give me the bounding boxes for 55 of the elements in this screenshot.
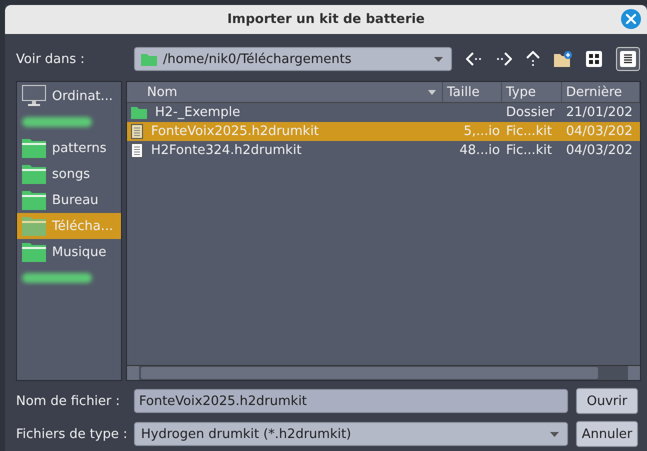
folder-icon (22, 138, 46, 158)
sort-caret-icon (428, 90, 436, 94)
file-date: 04/03/202 (566, 143, 633, 158)
file-name: H2Fonte324.h2drumkit (151, 143, 302, 158)
close-icon (625, 13, 637, 25)
blurred-label (22, 117, 92, 127)
look-in-label: Voir dans : (16, 52, 86, 66)
sidebar-item[interactable]: songs (17, 161, 121, 187)
open-button[interactable]: Ouvrir (576, 388, 638, 414)
icon-view-icon[interactable] (586, 51, 602, 67)
file-size: 5,...io (464, 124, 500, 139)
back-icon[interactable] (466, 52, 482, 66)
folder-icon (22, 242, 46, 262)
cancel-button[interactable]: Annuler (576, 421, 638, 447)
folder-icon (22, 216, 46, 236)
document-icon (131, 143, 143, 158)
folder-icon (22, 164, 46, 184)
column-header[interactable]: Dernière (562, 82, 640, 102)
file-type-dropdown[interactable]: Hydrogen drumkit (*.h2drumkit) (134, 422, 568, 446)
file-name: FonteVoix2025.h2drumkit (151, 124, 319, 139)
column-header[interactable]: Taille (443, 82, 502, 102)
blurred-label (22, 273, 92, 283)
monitor-icon (22, 85, 46, 107)
close-button[interactable] (621, 9, 641, 29)
document-icon (131, 124, 143, 139)
file-row[interactable]: H2Fonte324.h2drumkit 48...io Fic...kit 04/03/202 (127, 141, 640, 160)
horizontal-scrollbar[interactable] (127, 365, 640, 380)
new-folder-icon[interactable] (554, 51, 572, 67)
window-title: Importer un kit de batterie (227, 12, 425, 27)
sidebar-item[interactable]: patterns (17, 135, 121, 161)
column-header[interactable]: Type (502, 82, 562, 102)
path-dropdown[interactable]: /home/nik0/Téléchargements (134, 47, 452, 71)
caret-icon (434, 56, 443, 62)
file-type: Dossier (506, 105, 554, 120)
list-view-button[interactable] (616, 47, 640, 71)
filename-label: Nom de fichier : (16, 394, 121, 408)
folder-icon (141, 52, 157, 66)
sidebar-item[interactable]: Ordinat... (17, 83, 121, 109)
file-date: 04/03/202 (566, 124, 633, 139)
forward-icon[interactable] (496, 52, 512, 66)
file-type-label: Fichiers de type : (16, 426, 128, 442)
caret-icon (550, 432, 559, 436)
filename-field[interactable]: FonteVoix2025.h2drumkit (134, 389, 568, 413)
file-type: Fic...kit (506, 143, 552, 158)
up-icon[interactable] (526, 51, 540, 67)
column-header[interactable]: Nom (127, 82, 443, 102)
folder-icon (131, 106, 147, 119)
sidebar-item[interactable]: Bureau (17, 187, 121, 213)
folder-icon (22, 190, 46, 210)
file-type: Fic...kit (506, 124, 552, 139)
file-date: 21/01/202 (566, 105, 633, 120)
file-name: H2-_Exemple (155, 105, 240, 120)
file-row[interactable]: H2-_Exemple Dossier 21/01/202 (127, 103, 640, 122)
file-size: 48...io (459, 143, 500, 158)
sidebar-item[interactable]: Musique (17, 239, 121, 265)
